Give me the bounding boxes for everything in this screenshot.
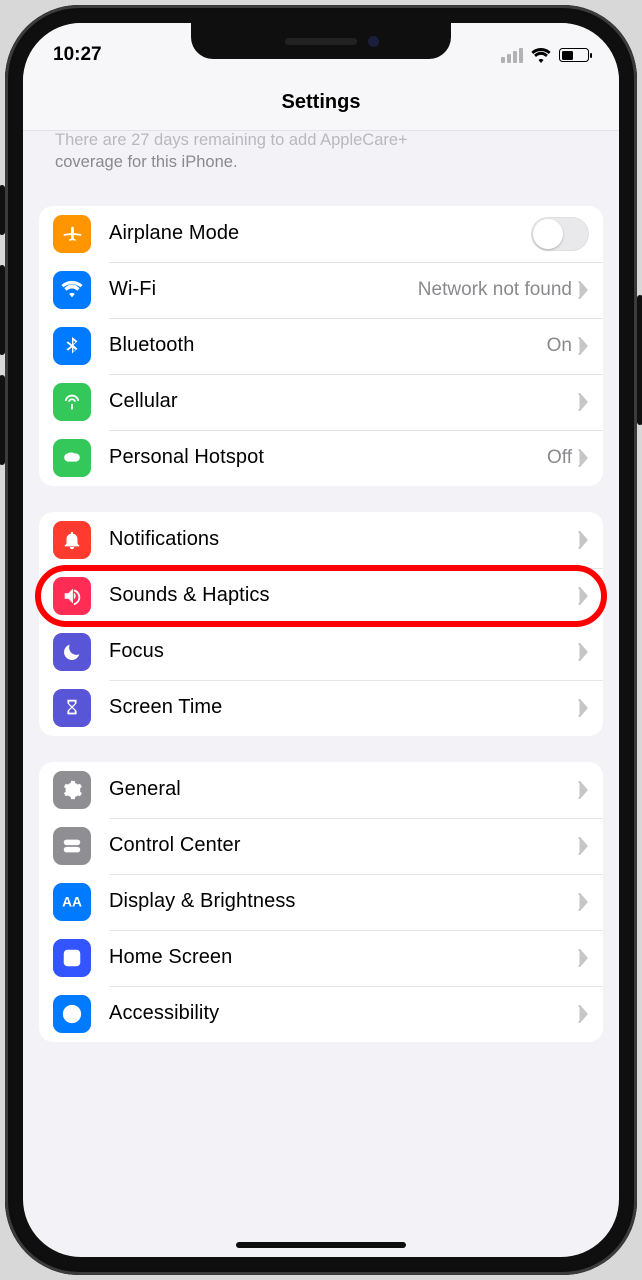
- cellular-icon: [53, 383, 91, 421]
- status-time: 10:27: [53, 44, 102, 66]
- applecare-note: There are 27 days remaining to add Apple…: [23, 131, 619, 188]
- row-value: Off: [547, 447, 572, 469]
- notch: [191, 23, 451, 59]
- bluetooth-icon: [53, 327, 91, 365]
- settings-row-display[interactable]: Display & Brightness: [39, 874, 603, 930]
- settings-row-hotspot[interactable]: Personal Hotspot Off: [39, 430, 603, 486]
- chevron-right-icon: [578, 699, 589, 717]
- mute-switch: [0, 185, 5, 235]
- settings-row-bluetooth[interactable]: Bluetooth On: [39, 318, 603, 374]
- switches-icon: [53, 827, 91, 865]
- chevron-right-icon: [578, 949, 589, 967]
- row-value: On: [547, 335, 572, 357]
- row-label: Wi-Fi: [109, 278, 418, 301]
- chevron-right-icon: [578, 449, 589, 467]
- bell-icon: [53, 521, 91, 559]
- hotspot-icon: [53, 439, 91, 477]
- row-label: Accessibility: [109, 1002, 578, 1025]
- nav-bar: Settings: [23, 75, 619, 131]
- row-label: Personal Hotspot: [109, 446, 547, 469]
- page-title: Settings: [282, 91, 361, 114]
- settings-scroll[interactable]: There are 27 days remaining to add Apple…: [23, 131, 619, 1257]
- accessibility-icon: [53, 995, 91, 1033]
- volume-down-button: [0, 375, 5, 465]
- settings-row-homescreen[interactable]: Home Screen: [39, 930, 603, 986]
- wifi-icon: [53, 271, 91, 309]
- power-button: [637, 295, 642, 425]
- chevron-right-icon: [578, 781, 589, 799]
- device-frame: 10:27 Settings There are 27 days remaini…: [5, 5, 637, 1275]
- row-label: Screen Time: [109, 696, 578, 719]
- row-label: Bluetooth: [109, 334, 547, 357]
- row-label: Sounds & Haptics: [109, 584, 578, 607]
- cellular-signal-icon: [501, 48, 523, 63]
- settings-row-controlcenter[interactable]: Control Center: [39, 818, 603, 874]
- settings-row-general[interactable]: General: [39, 762, 603, 818]
- chevron-right-icon: [578, 587, 589, 605]
- row-label: Focus: [109, 640, 578, 663]
- toggle-airplane[interactable]: [531, 217, 589, 251]
- aa-icon: [53, 883, 91, 921]
- settings-row-wifi[interactable]: Wi-Fi Network not found: [39, 262, 603, 318]
- row-label: Display & Brightness: [109, 890, 578, 913]
- settings-row-accessibility[interactable]: Accessibility: [39, 986, 603, 1042]
- volume-up-button: [0, 265, 5, 355]
- chevron-right-icon: [578, 643, 589, 661]
- settings-row-cellular[interactable]: Cellular: [39, 374, 603, 430]
- screen: 10:27 Settings There are 27 days remaini…: [23, 23, 619, 1257]
- gear-icon: [53, 771, 91, 809]
- settings-group: General Control Center Display & Brightn…: [39, 762, 603, 1042]
- moon-icon: [53, 633, 91, 671]
- chevron-right-icon: [578, 837, 589, 855]
- settings-row-airplane[interactable]: Airplane Mode: [39, 206, 603, 262]
- settings-group: Airplane Mode Wi-Fi Network not found Bl…: [39, 206, 603, 486]
- hourglass-icon: [53, 689, 91, 727]
- home-indicator[interactable]: [236, 1242, 406, 1248]
- row-label: Home Screen: [109, 946, 578, 969]
- chevron-right-icon: [578, 531, 589, 549]
- grid-icon: [53, 939, 91, 977]
- row-label: Control Center: [109, 834, 578, 857]
- settings-row-focus[interactable]: Focus: [39, 624, 603, 680]
- row-label: Cellular: [109, 390, 578, 413]
- speaker-icon: [53, 577, 91, 615]
- row-label: Notifications: [109, 528, 578, 551]
- row-label: Airplane Mode: [109, 222, 531, 245]
- row-label: General: [109, 778, 578, 801]
- row-value: Network not found: [418, 279, 572, 301]
- settings-group: Notifications Sounds & Haptics Focus Scr…: [39, 512, 603, 736]
- settings-row-notifications[interactable]: Notifications: [39, 512, 603, 568]
- settings-row-screentime[interactable]: Screen Time: [39, 680, 603, 736]
- chevron-right-icon: [578, 393, 589, 411]
- wifi-status-icon: [531, 48, 551, 63]
- chevron-right-icon: [578, 1005, 589, 1023]
- battery-icon: [559, 48, 589, 62]
- chevron-right-icon: [578, 337, 589, 355]
- settings-row-sounds[interactable]: Sounds & Haptics: [39, 568, 603, 624]
- chevron-right-icon: [578, 893, 589, 911]
- airplane-icon: [53, 215, 91, 253]
- chevron-right-icon: [578, 281, 589, 299]
